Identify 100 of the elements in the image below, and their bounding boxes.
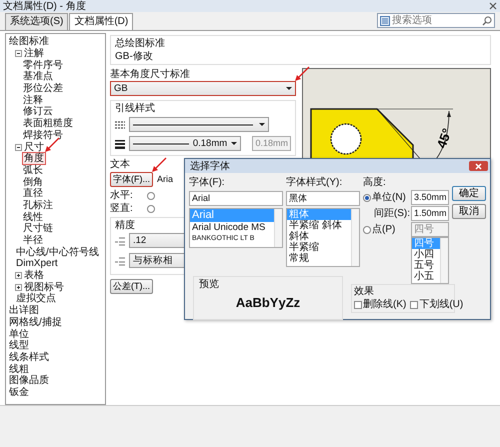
tree-item[interactable]: 绘图标准 [8,36,50,48]
expand-icon[interactable] [15,272,22,280]
input-field[interactable]: 黑体 [286,191,360,206]
search-box[interactable]: 搜索选项 [377,13,495,28]
scrollbar[interactable] [274,209,282,247]
tree-item[interactable]: 尺寸链 [22,223,54,234]
collapse-icon[interactable] [15,144,22,151]
tree-item[interactable]: 焊接符号 [22,130,64,141]
line-style-dropdown[interactable] [129,117,269,132]
caret-icon [286,87,292,90]
tree-item[interactable]: 直径 [22,188,44,200]
tree-item[interactable]: 注释 [22,94,44,106]
radio-button[interactable] [363,194,371,202]
group-label: 精度 [115,220,135,231]
tree-item[interactable]: 角度 [22,152,46,166]
tree-item[interactable]: 表面粗糙度 [22,118,74,130]
tree-item[interactable]: DimXpert [15,258,59,270]
list-item[interactable]: 斜体 [287,231,351,242]
search-field[interactable]: 搜索选项 [392,14,480,27]
close-icon [489,2,497,10]
tree-item[interactable]: 钣金 [8,386,30,398]
tree-item[interactable]: 视图标号 [23,282,65,293]
list-item[interactable]: Arial Unicode MS [190,222,274,233]
annotation-arrow [151,157,167,173]
list-item[interactable]: 小五 [412,271,440,282]
radio-button[interactable] [146,192,155,200]
tree-item[interactable]: 表格 [23,270,45,282]
checkbox-label: 删除线(K) [363,298,406,311]
tree-item[interactable]: 图像品质 [8,375,50,386]
input-field: 四号 [411,222,449,237]
tree-item[interactable]: 单位 [8,328,30,340]
line-weight-dropdown[interactable]: 0.18mm [129,136,241,151]
dimension-label: 45° [434,126,455,150]
group-label: 总绘图标准 [115,38,165,49]
tree-item[interactable]: 网格线/捕捉 [8,316,63,328]
radio-button[interactable] [363,226,371,234]
scrollbar[interactable] [351,209,359,266]
collapse-icon[interactable] [15,50,22,58]
list-item[interactable]: 五号 [412,260,440,271]
group-label: 预览 [199,279,219,290]
tree-item[interactable]: 注解 [23,48,45,60]
precision-icon [115,256,125,266]
close-button[interactable] [469,161,488,171]
close-icon [475,162,482,170]
tree-item[interactable]: 线型 [8,340,30,352]
tolerance-button[interactable]: 公差(T)... [110,279,153,294]
tree-item[interactable]: 线条样式 [8,352,50,363]
tree-item[interactable]: 零件序号 [22,60,64,71]
section-label: 文本 [110,159,130,170]
window-title: 文档属性(D) - 角度 [3,0,86,12]
font-button[interactable]: 字体(F)... [110,172,153,187]
input-field[interactable]: 3.50mm [411,190,449,205]
field-label: 水平: [110,189,133,202]
tree-item[interactable]: 半径 [22,235,44,246]
standard-value: GB-修改 [115,51,153,62]
line-weight-icon [115,138,125,148]
tree-item[interactable]: 形位公差 [22,83,64,94]
font-name: Aria [157,173,174,186]
preview-text: AaBbYyZz [236,295,300,310]
tree-item[interactable]: 基准点 [22,71,54,82]
tree-item[interactable]: 倒角 [22,176,44,188]
field-label: 基本角度尺寸标准 [110,69,190,80]
list-icon [380,16,390,26]
line-sample-icon [133,122,253,126]
tab[interactable]: 系统选项(S) [5,13,68,30]
line-style-icon [115,120,125,130]
radio-button[interactable] [146,204,155,212]
standard-dropdown[interactable]: GB [110,81,296,96]
input-field[interactable]: 1.50mm [411,206,449,221]
line-sample-icon [133,142,189,146]
input-field: 0.18mm [252,136,291,151]
tree-item[interactable]: 中心线/中心符号线 [15,246,100,258]
cancel-button[interactable]: 取消 [452,204,486,219]
tree-item[interactable]: 出详图 [8,305,40,316]
checkbox[interactable] [410,300,418,308]
list-item[interactable]: 常规 [287,253,351,264]
list-item[interactable]: 小四 [412,249,440,260]
tree-item[interactable]: 孔标注 [22,200,54,211]
tree-item[interactable]: 线粗 [8,364,30,375]
caret-icon [259,123,265,126]
input-field[interactable]: Arial [189,191,283,206]
list-item[interactable]: 半紧缩 [287,242,351,253]
scrollbar[interactable] [440,238,448,283]
list-item[interactable]: 半紧缩 斜体 [287,220,351,231]
expand-icon[interactable] [15,284,22,291]
field-label: 竖直: [110,202,133,215]
search-icon [482,16,492,26]
field-label: 高度: [363,177,386,188]
caret-icon [230,142,237,145]
tree-item[interactable]: 尺寸 [23,142,45,153]
precision-icon [115,236,125,246]
group-label: 引线样式 [115,103,155,114]
tree-item[interactable]: 虚拟交点 [15,293,57,304]
tree-item[interactable]: 修订云 [22,106,54,118]
tree-item[interactable]: 弧长 [22,164,44,176]
tree-item[interactable]: 线性 [22,212,44,223]
checkbox[interactable] [354,300,362,308]
ok-button[interactable]: 确定 [452,186,486,201]
tab[interactable]: 文档属性(D) [69,13,134,30]
field-label: 点(P) [372,223,396,236]
